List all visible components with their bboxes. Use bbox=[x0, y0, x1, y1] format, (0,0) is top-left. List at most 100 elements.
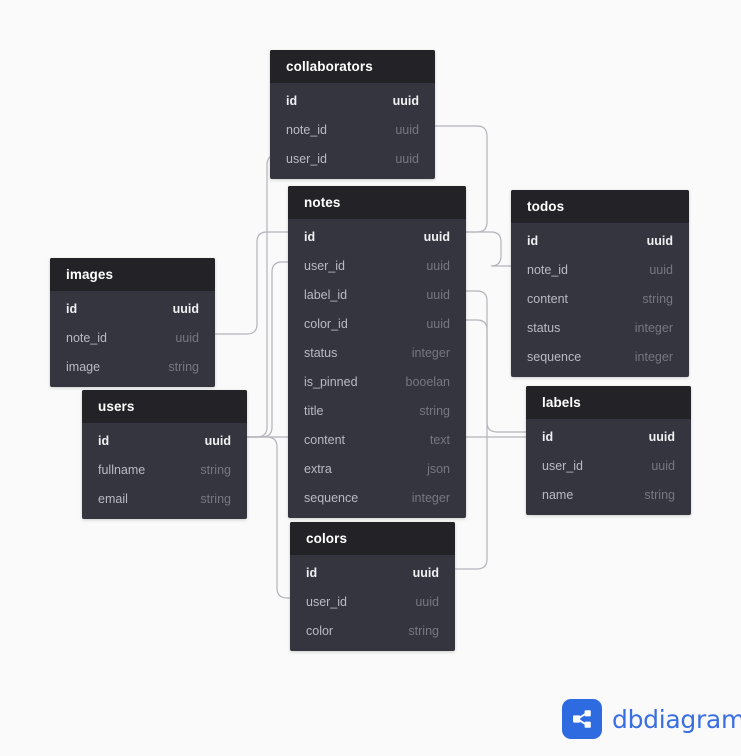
field-type: integer bbox=[634, 320, 673, 335]
field-row[interactable]: status integer bbox=[511, 313, 689, 342]
field-type: text bbox=[429, 432, 450, 447]
table-fields: id uuid user_id uuid color string bbox=[290, 555, 455, 651]
field-row[interactable]: id uuid bbox=[82, 426, 247, 455]
field-name: id bbox=[304, 229, 316, 244]
field-row[interactable]: note_id uuid bbox=[511, 255, 689, 284]
field-row[interactable]: title string bbox=[288, 396, 466, 425]
table-title: images bbox=[66, 267, 114, 282]
field-name: user_id bbox=[304, 258, 345, 273]
table-header-colors[interactable]: colors bbox=[290, 522, 455, 555]
field-type: uuid bbox=[426, 258, 450, 273]
field-row[interactable]: color_id uuid bbox=[288, 309, 466, 338]
field-row[interactable]: user_id uuid bbox=[290, 587, 455, 616]
field-type: uuid bbox=[172, 301, 199, 316]
table-colors[interactable]: colors id uuid user_id uuid color string bbox=[290, 522, 455, 651]
field-row[interactable]: id uuid bbox=[526, 422, 691, 451]
field-row[interactable]: note_id uuid bbox=[50, 323, 215, 352]
field-type: string bbox=[644, 487, 675, 502]
field-row[interactable]: user_id uuid bbox=[270, 144, 435, 173]
field-name: note_id bbox=[527, 262, 569, 277]
diagram-canvas[interactable]: collaborators id uuid note_id uuid user_id uui… bbox=[0, 0, 741, 756]
table-header-images[interactable]: images bbox=[50, 258, 215, 291]
field-row[interactable]: note_id uuid bbox=[270, 115, 435, 144]
field-name: id bbox=[286, 93, 298, 108]
field-row[interactable]: status integer bbox=[288, 338, 466, 367]
field-type: uuid bbox=[646, 233, 673, 248]
field-name: status bbox=[527, 320, 561, 335]
field-row[interactable]: email string bbox=[82, 484, 247, 513]
field-row[interactable]: image string bbox=[50, 352, 215, 381]
relationship-line bbox=[215, 231, 288, 335]
field-type: uuid bbox=[426, 316, 450, 331]
field-row[interactable]: content string bbox=[511, 284, 689, 313]
table-collaborators[interactable]: collaborators id uuid note_id uuid user_id uui… bbox=[270, 50, 435, 179]
field-row[interactable]: extra json bbox=[288, 454, 466, 483]
table-labels[interactable]: labels id uuid user_id uuid name string bbox=[526, 386, 691, 515]
dbdiagram-logo[interactable]: dbdiagram.io bbox=[562, 699, 741, 739]
field-row[interactable]: name string bbox=[526, 480, 691, 509]
field-row[interactable]: id uuid bbox=[288, 222, 466, 251]
table-header-users[interactable]: users bbox=[82, 390, 247, 423]
table-title: notes bbox=[304, 195, 341, 210]
table-header-labels[interactable]: labels bbox=[526, 386, 691, 419]
field-row[interactable]: color string bbox=[290, 616, 455, 645]
table-notes[interactable]: notes id uuid user_id uuid label_id uuid color_… bbox=[288, 186, 466, 518]
relationship-line bbox=[466, 231, 511, 267]
field-row[interactable]: sequence integer bbox=[288, 483, 466, 512]
share-nodes-icon bbox=[562, 699, 602, 739]
table-header-notes[interactable]: notes bbox=[288, 186, 466, 219]
field-type: integer bbox=[411, 490, 450, 505]
field-type: uuid bbox=[649, 262, 673, 277]
table-title: users bbox=[98, 399, 135, 414]
field-name: note_id bbox=[66, 330, 108, 345]
field-type: string bbox=[419, 403, 450, 418]
table-fields: id uuid note_id uuid user_id uuid bbox=[270, 83, 435, 179]
field-type: string bbox=[168, 359, 199, 374]
field-name: id bbox=[306, 565, 318, 580]
field-row[interactable]: label_id uuid bbox=[288, 280, 466, 309]
field-type: uuid bbox=[412, 565, 439, 580]
field-type: uuid bbox=[651, 458, 675, 473]
field-name: label_id bbox=[304, 287, 348, 302]
table-fields: id uuid user_id uuid label_id uuid color_id uui… bbox=[288, 219, 466, 518]
field-name: id bbox=[66, 301, 78, 316]
field-type: string bbox=[642, 291, 673, 306]
table-users[interactable]: users id uuid fullname string email string bbox=[82, 390, 247, 519]
table-todos[interactable]: todos id uuid note_id uuid content string statu… bbox=[511, 190, 689, 377]
table-images[interactable]: images id uuid note_id uuid image string bbox=[50, 258, 215, 387]
field-name: fullname bbox=[98, 462, 146, 477]
field-type: uuid bbox=[395, 122, 419, 137]
field-name: note_id bbox=[286, 122, 328, 137]
field-type: uuid bbox=[648, 429, 675, 444]
field-type: uuid bbox=[426, 287, 450, 302]
field-row[interactable]: user_id uuid bbox=[526, 451, 691, 480]
field-type: uuid bbox=[423, 229, 450, 244]
field-row[interactable]: sequence integer bbox=[511, 342, 689, 371]
field-name: sequence bbox=[527, 349, 582, 364]
table-title: todos bbox=[527, 199, 565, 214]
field-row[interactable]: id uuid bbox=[290, 558, 455, 587]
field-type: integer bbox=[411, 345, 450, 360]
field-row[interactable]: is_pinned booelan bbox=[288, 367, 466, 396]
field-row[interactable]: id uuid bbox=[270, 86, 435, 115]
field-row[interactable]: fullname string bbox=[82, 455, 247, 484]
field-row[interactable]: id uuid bbox=[50, 294, 215, 323]
table-header-collaborators[interactable]: collaborators bbox=[270, 50, 435, 83]
field-name: user_id bbox=[306, 594, 347, 609]
field-name: id bbox=[98, 433, 110, 448]
field-type: booelan bbox=[405, 374, 451, 389]
field-row[interactable]: content text bbox=[288, 425, 466, 454]
field-type: uuid bbox=[204, 433, 231, 448]
table-header-todos[interactable]: todos bbox=[511, 190, 689, 223]
table-title: collaborators bbox=[286, 59, 373, 74]
field-name: sequence bbox=[304, 490, 359, 505]
field-name: content bbox=[304, 432, 346, 447]
field-name: email bbox=[98, 491, 128, 506]
field-row[interactable]: id uuid bbox=[511, 226, 689, 255]
field-type: string bbox=[200, 462, 231, 477]
table-title: labels bbox=[542, 395, 581, 410]
table-fields: id uuid user_id uuid name string bbox=[526, 419, 691, 515]
field-row[interactable]: user_id uuid bbox=[288, 251, 466, 280]
field-type: uuid bbox=[395, 151, 419, 166]
field-name: extra bbox=[304, 461, 332, 476]
